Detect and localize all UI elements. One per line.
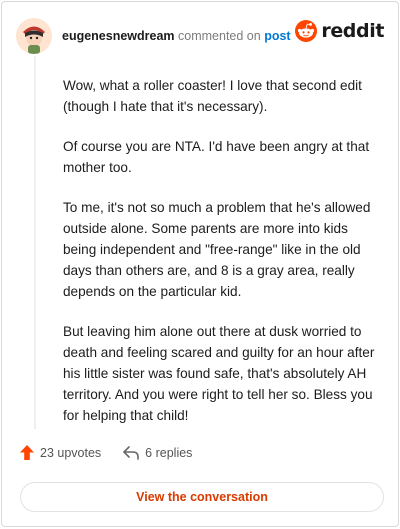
thread-line[interactable] (34, 56, 36, 429)
comment-card: eugenesnewdream commented on post reddit… (1, 1, 399, 527)
comment-body: Wow, what a roller coaster! I love that … (63, 75, 383, 445)
reddit-brand[interactable]: reddit (295, 20, 384, 42)
avatar[interactable] (16, 18, 52, 54)
reply-arrow-icon (123, 445, 139, 460)
reddit-logo-icon (295, 20, 318, 42)
upvote-arrow-icon (20, 445, 34, 460)
replies-button[interactable]: 6 replies (123, 446, 192, 460)
comment-paragraph: But leaving him alone out there at dusk … (63, 324, 375, 423)
post-link[interactable]: post (264, 29, 290, 43)
comment-paragraph: Wow, what a roller coaster! I love that … (63, 78, 362, 114)
comment-actions: 23 upvotes 6 replies (20, 445, 192, 460)
comment-paragraph: Of course you are NTA. I'd have been ang… (63, 139, 370, 175)
comment-header: eugenesnewdream commented on post reddit (16, 16, 384, 56)
reply-count: 6 replies (145, 445, 193, 460)
username-link[interactable]: eugenesnewdream (62, 29, 175, 43)
comment-meta: eugenesnewdream commented on post (62, 28, 291, 44)
view-conversation-button[interactable]: View the conversation (20, 482, 384, 512)
avatar-icon (16, 18, 52, 54)
comment-paragraph: To me, it's not so much a problem that h… (63, 200, 371, 299)
commented-on-text: commented on (178, 29, 261, 43)
upvote-count: 23 upvotes (40, 445, 102, 460)
reddit-wordmark: reddit (321, 20, 384, 42)
upvote-button[interactable]: 23 upvotes (20, 445, 101, 460)
